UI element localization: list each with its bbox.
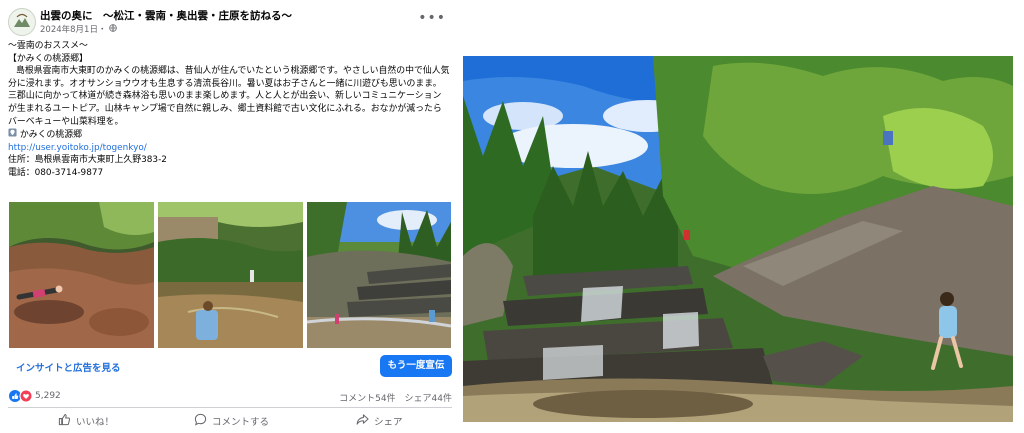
photo-grid [9,202,451,348]
comment-label: コメントする [212,417,270,428]
place-url-link[interactable]: http://user.yoitoko.jp/togenkyo/ [8,143,147,153]
boost-again-button[interactable]: もう一度宣伝 [380,355,452,377]
page-name[interactable]: 出雲の奥に ～松江・雲南・奥出雲・庄原を訪ねる～ [40,8,292,23]
insight-row: インサイトと広告を見る もう一度宣伝 [8,354,452,380]
share-icon [356,413,369,429]
post-body: ～雲南のおススメ～ 【かみくの桃源郷】 島根県雲南市大東町のかみくの桃源郷は、昔… [8,40,450,180]
address-text: 住所：島根県雲南市大東町上久野383-2 [8,155,167,166]
photo-1[interactable] [9,202,154,348]
photo-2[interactable] [158,202,303,348]
like-label: いいね！ [76,417,115,428]
post-meta: 2024年8月1日・ [40,23,117,35]
reaction-count[interactable]: 5,292 [35,391,61,401]
globe-icon [109,24,117,35]
more-options-icon[interactable]: ••• [418,10,446,26]
reaction-icons[interactable] [8,389,34,406]
facebook-post: 出雲の奥に ～松江・雲南・奥出雲・庄原を訪ねる～ 2024年8月1日・ ••• … [0,0,455,433]
place-name: かみくの桃源郷 [19,130,82,141]
page-avatar[interactable] [8,8,36,36]
divider [8,407,452,408]
comments-shares-count[interactable]: コメント54件 シェア44件 [339,391,452,404]
share-label: シェア [374,417,403,428]
post-date[interactable]: 2024年8月1日・ [40,25,106,35]
post-header: 出雲の奥に ～松江・雲南・奥出雲・庄原を訪ねる～ 2024年8月1日・ ••• [8,8,448,36]
post-stats: 5,292 コメント54件 シェア44件 [8,389,452,405]
comment-button[interactable]: コメントする [194,413,269,429]
action-bar: いいね！ コメントする シェア [8,410,452,432]
place-line: かみくの桃源郷 [8,128,450,142]
post-description: 島根県雲南市大東町のかみくの桃源郷は、昔仙人が住んでいたという桃源郷です。やさし… [8,66,450,127]
photo-3[interactable] [307,202,451,348]
featured-photo [463,56,1013,422]
post-heading-2: 【かみくの桃源郷】 [8,53,88,64]
post-heading-1: ～雲南のおススメ～ [8,41,88,51]
phone-text: 電話：080-3714-9877 [8,167,104,178]
thumbs-up-icon [58,413,71,429]
map-pin-icon [8,128,20,140]
share-button[interactable]: シェア [356,413,403,429]
comment-icon [194,413,207,429]
like-button[interactable]: いいね！ [58,413,114,429]
insights-link[interactable]: インサイトと広告を見る [16,360,121,374]
